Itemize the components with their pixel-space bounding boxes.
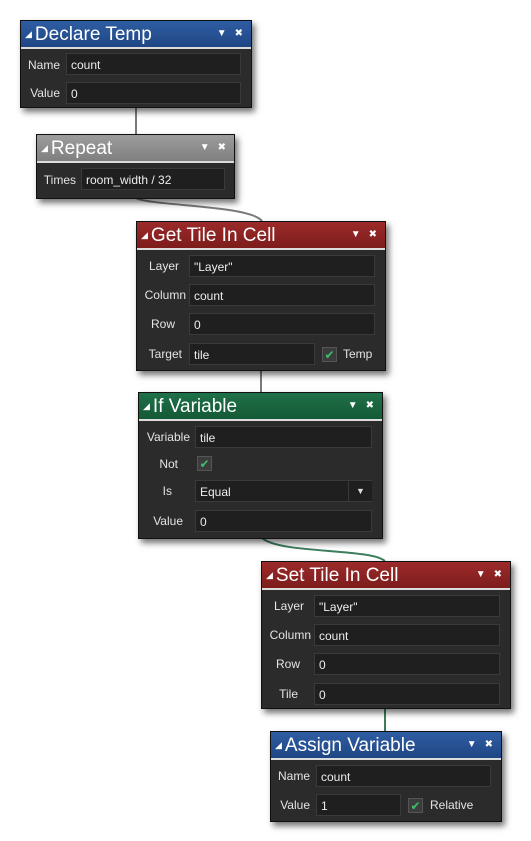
connector-repeat-gettile [135, 197, 263, 222]
is-label: Is [162, 484, 172, 498]
close-icon[interactable]: ✖ [235, 28, 243, 39]
is-select[interactable]: Equal [195, 480, 372, 502]
dropdown-arrow-icon[interactable]: ▼ [200, 142, 210, 153]
layer-label: Layer [148, 259, 179, 273]
block-title: Assign Variable [284, 735, 416, 756]
times-field[interactable]: room_width / 32 [81, 168, 225, 190]
checkmark-icon: ✔ [410, 799, 421, 813]
tile-field[interactable]: 0 [314, 683, 500, 705]
target-field[interactable]: tile [189, 343, 315, 365]
dropdown-arrow-icon[interactable]: ▼ [348, 400, 358, 411]
temp-checkbox[interactable]: ✔ [322, 347, 337, 362]
relative-checkbox[interactable]: ✔ [408, 798, 423, 813]
target-label: Target [148, 347, 182, 361]
times-label: Times [43, 173, 76, 187]
get-tile-header[interactable]: ◢ Get Tile In Cell ▼ ✖ [137, 222, 385, 250]
layer-field[interactable]: "Layer" [189, 255, 375, 277]
close-icon[interactable]: ✖ [485, 739, 493, 750]
checkmark-icon: ✔ [324, 348, 335, 362]
block-title: Repeat [50, 138, 113, 159]
close-icon[interactable]: ✖ [369, 229, 377, 240]
relative-label: Relative [430, 798, 474, 812]
block-title: If Variable [152, 396, 238, 417]
collapse-triangle-icon[interactable]: ◢ [143, 401, 150, 411]
dropdown-arrow-icon[interactable]: ▼ [351, 229, 361, 240]
value-field[interactable]: 1 [316, 794, 401, 816]
value-label: Value [153, 514, 183, 528]
name-label: Name [27, 58, 60, 72]
declare-temp-block[interactable]: ◢ Declare Temp ▼ ✖ Name count Value 0 [20, 20, 252, 108]
checkmark-icon: ✔ [199, 457, 210, 471]
layer-label: Layer [273, 599, 304, 613]
if-variable-header[interactable]: ◢ If Variable ▼ ✖ [139, 393, 382, 421]
dropdown-arrow-icon: ▼ [356, 486, 365, 496]
column-field[interactable]: count [189, 284, 375, 306]
value-label: Value [280, 798, 310, 812]
row-field[interactable]: 0 [189, 313, 375, 335]
value-label: Value [30, 86, 60, 100]
collapse-triangle-icon[interactable]: ◢ [275, 740, 282, 750]
name-field[interactable]: count [316, 765, 491, 787]
layer-field[interactable]: "Layer" [314, 595, 500, 617]
block-title: Declare Temp [34, 24, 152, 45]
if-variable-block[interactable]: ◢ If Variable ▼ ✖ Variable tile Not ✔ Is E… [138, 392, 383, 539]
collapse-triangle-icon[interactable]: ◢ [266, 570, 273, 580]
not-checkbox[interactable]: ✔ [197, 456, 212, 471]
close-icon[interactable]: ✖ [494, 569, 502, 580]
tile-label: Tile [279, 687, 298, 701]
dropdown-arrow-icon[interactable]: ▼ [476, 569, 486, 580]
repeat-header[interactable]: ◢ Repeat ▼ ✖ [37, 135, 234, 163]
block-title: Get Tile In Cell [150, 225, 276, 246]
name-label: Name [277, 769, 310, 783]
is-select-arrow[interactable]: ▼ [348, 481, 372, 501]
close-icon[interactable]: ✖ [218, 142, 226, 153]
close-icon[interactable]: ✖ [366, 400, 374, 411]
assign-variable-block[interactable]: ◢ Assign Variable ▼ ✖ Name count Value 1 ✔… [270, 731, 502, 822]
dropdown-arrow-icon[interactable]: ▼ [217, 28, 227, 39]
set-tile-in-cell-block[interactable]: ◢ Set Tile In Cell ▼ ✖ Layer "Layer" Colum… [261, 561, 511, 709]
repeat-block[interactable]: ◢ Repeat ▼ ✖ Times room_width / 32 [36, 134, 235, 199]
not-label: Not [159, 457, 178, 471]
get-tile-in-cell-block[interactable]: ◢ Get Tile In Cell ▼ ✖ Layer "Layer" Colum… [136, 221, 386, 371]
variable-label: Variable [146, 430, 190, 444]
row-field[interactable]: 0 [314, 653, 500, 675]
set-tile-header[interactable]: ◢ Set Tile In Cell ▼ ✖ [262, 562, 510, 590]
declare-temp-header[interactable]: ◢ Declare Temp ▼ ✖ [21, 21, 251, 49]
row-label: Row [150, 317, 175, 331]
temp-label: Temp [343, 347, 373, 361]
assign-variable-header[interactable]: ◢ Assign Variable ▼ ✖ [271, 732, 501, 760]
value-field[interactable]: 0 [195, 510, 372, 532]
block-title: Set Tile In Cell [275, 565, 399, 586]
dropdown-arrow-icon[interactable]: ▼ [467, 739, 477, 750]
name-field[interactable]: count [66, 53, 241, 75]
column-field[interactable]: count [314, 624, 500, 646]
row-label: Row [275, 657, 300, 671]
column-label: Column [144, 288, 186, 302]
connector-ifvar-settile [261, 537, 386, 562]
value-field[interactable]: 0 [66, 82, 241, 104]
collapse-triangle-icon[interactable]: ◢ [141, 230, 148, 240]
variable-field[interactable]: tile [195, 426, 372, 448]
column-label: Column [269, 628, 311, 642]
collapse-triangle-icon[interactable]: ◢ [25, 29, 32, 39]
collapse-triangle-icon[interactable]: ◢ [41, 143, 48, 153]
